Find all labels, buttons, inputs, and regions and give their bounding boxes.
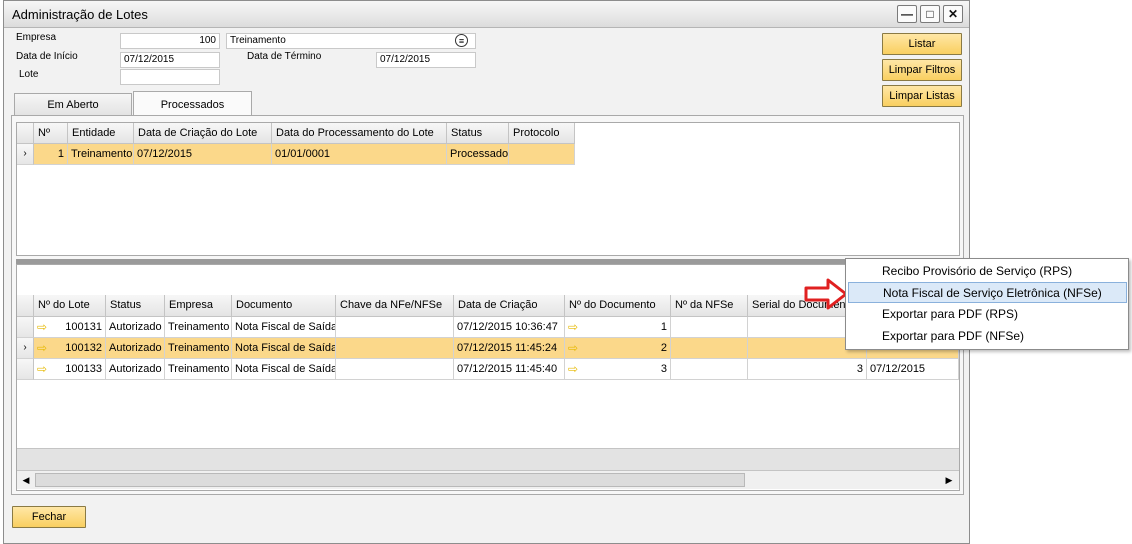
annotation-arrow-icon xyxy=(804,278,848,310)
empresa-name-field[interactable]: Treinamento xyxy=(226,33,476,49)
cell-num-nfse[interactable] xyxy=(671,359,748,380)
col-num-nfse[interactable]: Nº da NFSe xyxy=(671,295,748,317)
cell-num[interactable]: 1 xyxy=(34,144,68,165)
link-arrow-icon[interactable]: ⇨ xyxy=(568,317,578,337)
lote-label: Lote xyxy=(19,69,39,80)
cell-num-documento[interactable]: ⇨ 3 xyxy=(565,359,671,380)
empresa-code-field[interactable]: 100 xyxy=(120,33,220,49)
cell-empresa[interactable]: Treinamento xyxy=(165,338,232,359)
context-menu: Recibo Provisório de Serviço (RPS) Nota … xyxy=(845,258,1129,350)
cell-chave[interactable] xyxy=(336,338,454,359)
col-entidade[interactable]: Entidade xyxy=(68,123,134,144)
cell-num-documento[interactable]: ⇨ 2 xyxy=(565,338,671,359)
row-header[interactable] xyxy=(17,317,34,338)
cell-documento[interactable]: Nota Fiscal de Saída xyxy=(232,338,336,359)
cell-status[interactable]: Autorizado xyxy=(106,359,165,380)
col-data-criacao-doc[interactable]: Data de Criação xyxy=(454,295,565,317)
link-arrow-icon[interactable]: ⇨ xyxy=(37,317,47,337)
col-num-documento[interactable]: Nº do Documento xyxy=(565,295,671,317)
row-header[interactable] xyxy=(17,359,34,380)
cell-data-criacao[interactable]: 07/12/2015 10:36:47 xyxy=(454,317,565,338)
cell-extra[interactable]: 07/12/2015 xyxy=(867,359,959,380)
cell-status[interactable]: Processado xyxy=(447,144,509,165)
cell-num-lote[interactable]: ⇨ 100132 xyxy=(34,338,106,359)
col-data-criacao-lote[interactable]: Data de Criação do Lote xyxy=(134,123,272,144)
cell-status[interactable]: Autorizado xyxy=(106,317,165,338)
data-termino-label: Data de Término xyxy=(247,51,322,62)
col-num-lote[interactable]: Nº do Lote xyxy=(34,295,106,317)
cell-num-lote[interactable]: ⇨ 100131 xyxy=(34,317,106,338)
title-bar: Administração de Lotes — □ ✕ xyxy=(4,1,969,28)
main-window: Administração de Lotes — □ ✕ Empresa 100… xyxy=(3,0,970,544)
link-arrow-icon[interactable]: ⇨ xyxy=(37,359,47,379)
cell-num-nfse[interactable] xyxy=(671,317,748,338)
data-inicio-label: Data de Início xyxy=(16,51,78,62)
cell-protocolo[interactable] xyxy=(509,144,575,165)
cell-num-documento[interactable]: ⇨ 1 xyxy=(565,317,671,338)
link-arrow-icon[interactable]: ⇨ xyxy=(568,338,578,358)
col-status[interactable]: Status xyxy=(447,123,509,144)
empresa-label: Empresa xyxy=(16,32,57,43)
lote-field[interactable] xyxy=(120,69,220,85)
list-select-icon[interactable]: ≡ xyxy=(455,34,468,47)
row-selector-icon[interactable]: › xyxy=(17,338,34,359)
col-empresa[interactable]: Empresa xyxy=(165,295,232,317)
cell-data-criacao[interactable]: 07/12/2015 11:45:24 xyxy=(454,338,565,359)
menu-item-export-pdf-nfse[interactable]: Exportar para PDF (NFSe) xyxy=(848,326,1127,347)
cell-serial[interactable]: 3 xyxy=(748,359,867,380)
empresa-name-text: Treinamento xyxy=(230,35,286,46)
cell-num-nfse[interactable] xyxy=(671,338,748,359)
limpar-listas-button[interactable]: Limpar Listas xyxy=(882,85,962,107)
lotes-grid: Nº Entidade Data de Criação do Lote Data… xyxy=(16,122,960,256)
cell-empresa[interactable]: Treinamento xyxy=(165,317,232,338)
tab-processados[interactable]: Processados xyxy=(133,91,252,117)
row-header-corner xyxy=(17,123,34,144)
cell-entidade[interactable]: Treinamento xyxy=(68,144,134,165)
col-data-processamento[interactable]: Data do Processamento do Lote xyxy=(272,123,447,144)
maximize-button[interactable]: □ xyxy=(920,5,940,23)
link-arrow-icon[interactable]: ⇨ xyxy=(37,338,47,358)
menu-item-nfse[interactable]: Nota Fiscal de Serviço Eletrônica (NFSe) xyxy=(848,282,1127,303)
data-inicio-field[interactable]: 07/12/2015 xyxy=(120,52,220,68)
cell-documento[interactable]: Nota Fiscal de Saída xyxy=(232,317,336,338)
cell-data-criacao[interactable]: 07/12/2015 11:45:40 xyxy=(454,359,565,380)
col-protocolo[interactable]: Protocolo xyxy=(509,123,575,144)
window-title: Administração de Lotes xyxy=(12,7,148,22)
scroll-left-icon[interactable]: ◀ xyxy=(19,473,33,487)
close-button[interactable]: ✕ xyxy=(943,5,963,23)
menu-item-rps[interactable]: Recibo Provisório de Serviço (RPS) xyxy=(848,261,1127,282)
menu-item-export-pdf-rps[interactable]: Exportar para PDF (RPS) xyxy=(848,304,1127,325)
limpar-filtros-button[interactable]: Limpar Filtros xyxy=(882,59,962,81)
data-termino-field[interactable]: 07/12/2015 xyxy=(376,52,476,68)
cell-status[interactable]: Autorizado xyxy=(106,338,165,359)
col-num[interactable]: Nº xyxy=(34,123,68,144)
cell-num-lote[interactable]: ⇨ 100133 xyxy=(34,359,106,380)
cell-empresa[interactable]: Treinamento xyxy=(165,359,232,380)
listar-button[interactable]: Listar xyxy=(882,33,962,55)
grid-footer xyxy=(17,448,959,470)
col-status-doc[interactable]: Status xyxy=(106,295,165,317)
cell-chave[interactable] xyxy=(336,317,454,338)
col-chave[interactable]: Chave da NFe/NFSe xyxy=(336,295,454,317)
cell-documento[interactable]: Nota Fiscal de Saída xyxy=(232,359,336,380)
cell-data-criacao[interactable]: 07/12/2015 xyxy=(134,144,272,165)
horizontal-scrollbar[interactable]: ◀ ▶ xyxy=(17,470,959,489)
minimize-button[interactable]: — xyxy=(897,5,917,23)
col-documento[interactable]: Documento xyxy=(232,295,336,317)
scroll-right-icon[interactable]: ▶ xyxy=(942,473,956,487)
link-arrow-icon[interactable]: ⇨ xyxy=(568,359,578,379)
cell-data-processamento[interactable]: 01/01/0001 xyxy=(272,144,447,165)
row-header-corner-2 xyxy=(17,295,34,317)
tab-em-aberto[interactable]: Em Aberto xyxy=(14,93,132,116)
scrollbar-thumb[interactable] xyxy=(35,473,745,487)
fechar-button[interactable]: Fechar xyxy=(12,506,86,528)
cell-chave[interactable] xyxy=(336,359,454,380)
row-selector-icon[interactable]: › xyxy=(17,144,34,165)
